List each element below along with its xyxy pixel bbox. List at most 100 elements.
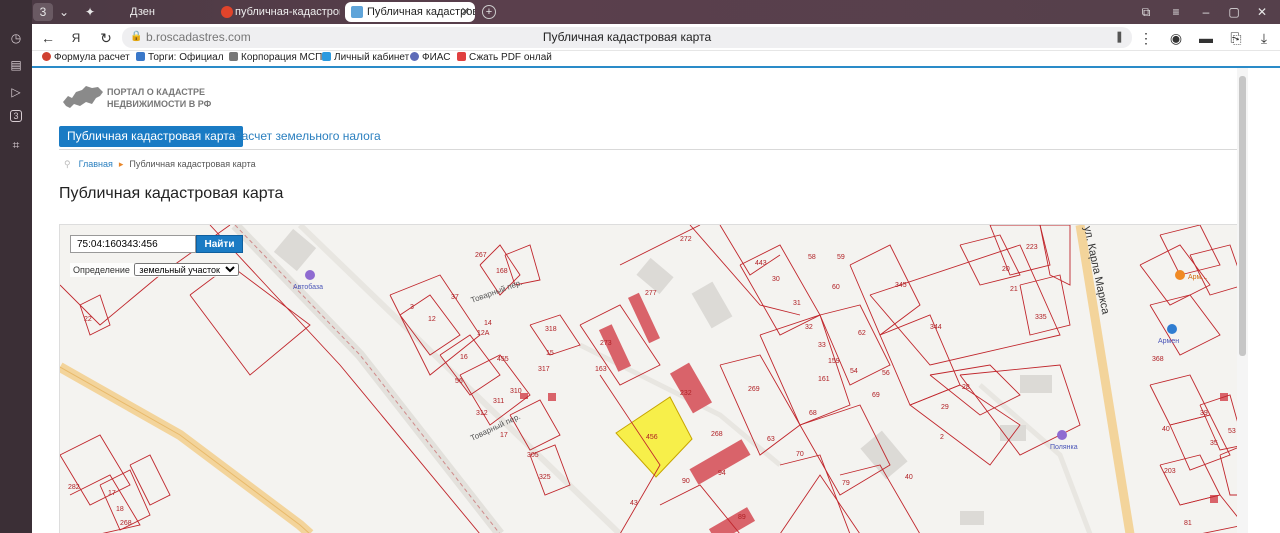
location-pin-icon: ⚲ (64, 159, 71, 169)
parcel-label: 17 (108, 490, 116, 497)
parcel-label: 282 (68, 484, 80, 491)
find-button[interactable]: Найти (196, 235, 243, 253)
reading-icon[interactable]: ⎘ (1226, 28, 1246, 48)
site-favicon-icon (351, 6, 363, 18)
cadastral-number-input[interactable] (70, 235, 196, 253)
minimize-icon[interactable]: – (1198, 3, 1214, 21)
tab-dzen[interactable]: Дзен (130, 2, 210, 22)
page-content: ПОРТАЛ О КАДАСТРЕ НЕДВИЖИМОСТИ В РФ Публ… (32, 68, 1280, 533)
logo-line: НЕДВИЖИМОСТИ В РФ (107, 99, 212, 109)
parcel-label: 40 (1162, 426, 1170, 433)
parcel-label: 22 (84, 316, 92, 323)
screenshot-icon[interactable]: ⌗ (8, 137, 24, 153)
poi-pin-icon[interactable] (1167, 324, 1177, 334)
parcel-label: 89 (738, 514, 746, 521)
nav-land-tax[interactable]: Расчет земельного налога (226, 126, 389, 147)
bookmark-item[interactable]: ФИАС (410, 52, 450, 63)
extension-icon[interactable]: ◉ (1166, 28, 1186, 48)
parcel-label: 54 (850, 368, 858, 375)
road-yellow (60, 362, 314, 533)
cabinet-icon (322, 52, 331, 61)
parcel-label: 63 (767, 436, 775, 443)
bookmark-item[interactable]: Формула расчет (42, 52, 130, 63)
url-field[interactable]: 🔒 b.roscadastres.com Публичная кадастров… (122, 27, 1132, 48)
tab-kadastr-search[interactable]: публичная-кадастровая (215, 2, 340, 22)
scrollbar-thumb[interactable] (1239, 76, 1246, 356)
browser-sidebar: ◷ ▤ ▷ 3 ⌗ (0, 0, 32, 533)
poi-label: Автобаза (293, 283, 323, 291)
parcel-label: 325 (539, 474, 551, 481)
maximize-icon[interactable]: ▢ (1226, 3, 1242, 21)
parcel-label: 14 (484, 320, 492, 327)
page-title: Публичная кадастровая карта (59, 185, 284, 202)
parcel-label: 16 (460, 354, 468, 361)
parcel-label: 335 (1035, 314, 1047, 321)
parcel-label: 56 (455, 378, 463, 385)
parcel-label: 168 (496, 268, 508, 275)
parcel-label: 35 (1210, 440, 1218, 447)
poi-pin-icon[interactable] (1175, 270, 1185, 280)
poi-label: Полянка (1050, 444, 1078, 451)
building-red (627, 292, 661, 344)
bookmark-item[interactable]: Торги: Официал (136, 52, 224, 63)
parcel-label: 43 (630, 500, 638, 507)
poi-pin-icon[interactable] (1057, 430, 1067, 440)
russia-map-icon (63, 86, 103, 108)
nav-cadastral-map[interactable]: Публичная кадастровая карта (59, 126, 244, 147)
bookmark-icon[interactable]: ❚ (1115, 30, 1124, 43)
parcel-label: 40 (905, 474, 913, 481)
pdf-icon (457, 52, 466, 61)
building (1020, 375, 1052, 393)
fias-icon (410, 52, 419, 61)
bookmark-item[interactable]: Корпорация МСП (229, 52, 322, 63)
new-tab-button[interactable]: + (482, 5, 496, 19)
close-tab-icon[interactable]: ✕ (461, 2, 470, 22)
close-window-icon[interactable]: ✕ (1254, 3, 1270, 21)
parcel-label: 345 (895, 282, 907, 289)
bookmarks-bar: Формула расчет Торги: Официал Корпорация… (32, 51, 1280, 67)
selected-parcel-label: 456 (646, 434, 658, 441)
yandex-icon[interactable]: Я (66, 28, 86, 48)
breadcrumb-home-link[interactable]: Главная (79, 159, 113, 169)
parcel-label: 12А (477, 330, 490, 337)
poi-pin-icon[interactable] (305, 270, 315, 280)
tabs-dropdown-icon[interactable]: ⌄ (56, 3, 72, 21)
cast-icon[interactable]: ▬ (1196, 28, 1216, 48)
definition-select[interactable]: земельный участок (134, 263, 240, 276)
tab-counter[interactable]: 3 (33, 3, 53, 21)
parcel-label: 79 (842, 480, 850, 487)
notes-icon[interactable]: ▤ (8, 57, 24, 73)
msp-icon (229, 52, 238, 61)
page-scrollbar[interactable] (1237, 68, 1248, 533)
bookmark-item[interactable]: Личный кабинет (322, 52, 409, 63)
zen-icon[interactable]: 3 (10, 110, 22, 122)
parcel-label: 203 (1164, 468, 1176, 475)
yandex-favicon-icon (221, 6, 233, 18)
menu-icon[interactable]: ≡ (1168, 3, 1184, 21)
street-label: Товарный пер. (470, 278, 524, 305)
tab-label: Публичная кадастровая (367, 6, 475, 18)
download-icon[interactable]: ⤓ (1254, 28, 1274, 48)
parcel-label: 269 (748, 386, 760, 393)
parcel-label: 267 (475, 252, 487, 259)
browser-tab-bar: 👤 3 ⌄ ✦ Дзен публичная-кадастровая Публи… (0, 0, 1280, 24)
parcel-label: 310 (510, 388, 522, 395)
new-tab-spark-icon[interactable]: ✦ (82, 3, 98, 21)
building (960, 511, 984, 525)
parcel-label: 94 (718, 470, 726, 477)
parcel-label: 37 (451, 294, 459, 301)
tab-label: публичная-кадастровая (235, 6, 340, 18)
tab-kadastr-active[interactable]: Публичная кадастровая✕ (345, 2, 475, 22)
collections-icon[interactable]: ⧉ (1138, 3, 1154, 21)
cadastral-map[interactable]: 272 277 345 344 163 267 168 12 14 455 31… (59, 224, 1243, 533)
parcel-label: 305 (527, 452, 539, 459)
bookmark-item[interactable]: Сжать PDF онлай (457, 52, 552, 63)
parcel-label: 53 (1228, 428, 1236, 435)
back-icon[interactable]: ← (38, 28, 58, 48)
reload-icon[interactable]: ↻ (96, 28, 116, 48)
address-bar: ← Я ↻ 🔒 b.roscadastres.com Публичная кад… (32, 24, 1280, 51)
history-icon[interactable]: ◷ (8, 30, 24, 46)
play-icon[interactable]: ▷ (8, 84, 24, 100)
more-icon[interactable]: ⋮ (1136, 28, 1156, 48)
bookmark-label: Корпорация МСП (241, 52, 323, 63)
